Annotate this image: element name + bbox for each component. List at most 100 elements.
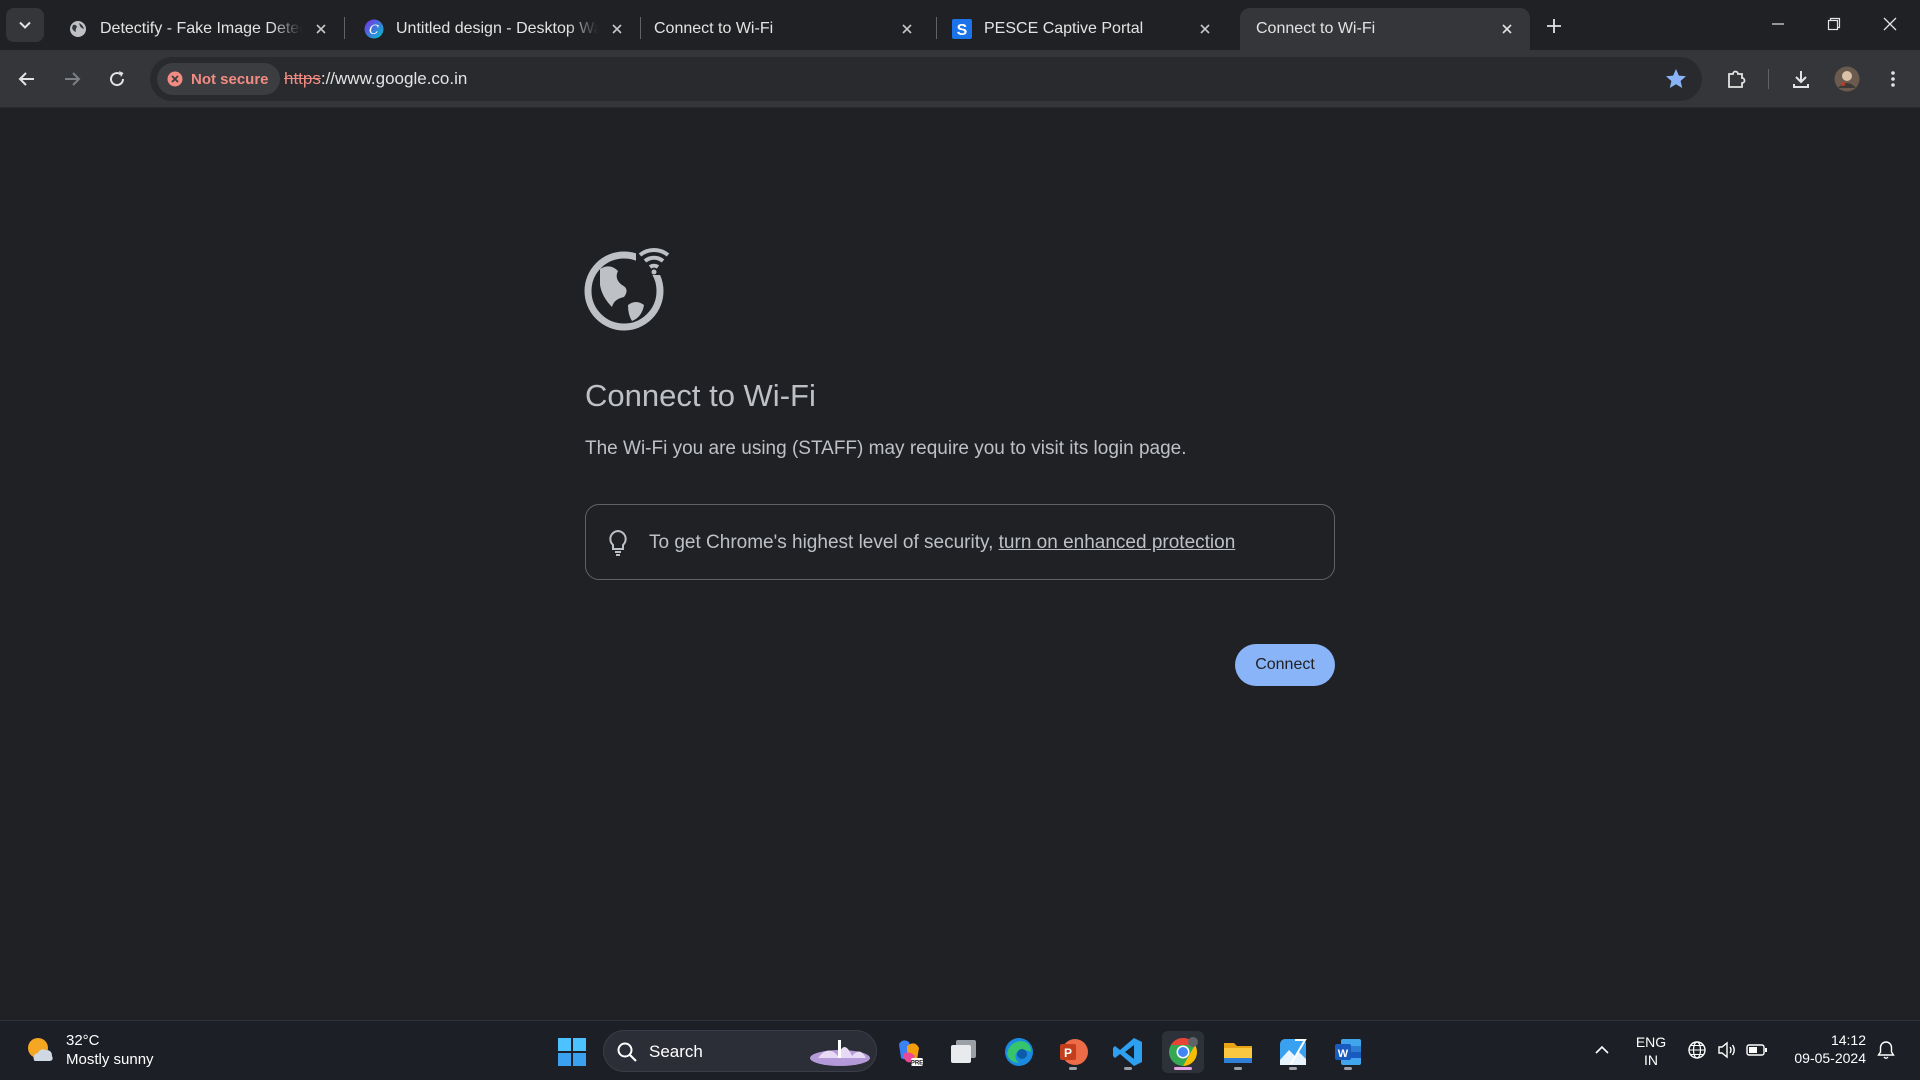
security-tip-box: To get Chrome's highest level of securit… — [585, 504, 1335, 580]
folder-icon — [1224, 1043, 1252, 1063]
restore-icon — [1827, 17, 1841, 31]
show-hidden-icons-button[interactable] — [1591, 1039, 1613, 1061]
minimize-button[interactable] — [1750, 0, 1806, 48]
new-tab-button[interactable] — [1538, 10, 1570, 42]
clock[interactable]: 14:12 09-05-2024 — [1782, 1031, 1866, 1067]
battery-button[interactable] — [1746, 1039, 1768, 1061]
running-indicator — [1289, 1067, 1297, 1070]
download-icon — [1793, 71, 1809, 88]
not-secure-chip[interactable]: Not secure — [157, 63, 280, 95]
s-logo-icon: S — [952, 19, 972, 39]
close-icon[interactable] — [1194, 18, 1216, 40]
warning-icon — [167, 71, 183, 87]
tab-detectify[interactable]: Detectify - Fake Image Detectio — [52, 8, 344, 50]
close-icon[interactable] — [1496, 18, 1518, 40]
back-button[interactable] — [9, 61, 45, 97]
powerpoint-icon: P — [1060, 1039, 1088, 1065]
globe-icon — [68, 19, 88, 39]
taskbar-copilot[interactable]: PRE — [888, 1031, 930, 1073]
extensions-button[interactable] — [1718, 61, 1754, 97]
word-icon: W — [1335, 1039, 1361, 1065]
tab-search-button[interactable] — [6, 8, 44, 42]
partly-sunny-icon — [28, 1038, 53, 1061]
notifications-button[interactable] — [1875, 1039, 1897, 1061]
arrow-right-icon — [65, 72, 81, 86]
language-line2: IN — [1644, 1052, 1658, 1068]
more-vertical-icon — [1891, 71, 1895, 87]
tab-connect-wifi-active[interactable]: Connect to Wi-Fi — [1240, 8, 1530, 50]
taskbar-search[interactable]: Search — [603, 1030, 877, 1072]
browser-toolbar: Not secure https://www.google.co.in — [0, 50, 1920, 108]
lightbulb-icon — [609, 529, 627, 556]
minimize-icon — [1772, 23, 1784, 25]
svg-text:W: W — [1338, 1048, 1349, 1060]
address-bar[interactable]: Not secure https://www.google.co.in — [150, 57, 1702, 101]
taskbar-vscode[interactable] — [1107, 1031, 1149, 1073]
taskbar-task-view[interactable] — [943, 1031, 985, 1073]
taskbar-powerpoint[interactable]: P — [1052, 1031, 1094, 1073]
url-rest: ://www.google.co.in — [320, 69, 468, 88]
language-indicator[interactable]: ENG IN — [1628, 1033, 1674, 1069]
windows-logo-icon — [558, 1038, 586, 1066]
bookmark-star-icon[interactable] — [1664, 67, 1688, 91]
forward-button[interactable] — [54, 61, 90, 97]
running-indicator — [1234, 1067, 1242, 1070]
arrow-left-icon — [18, 72, 34, 86]
canva-icon: C — [364, 19, 384, 39]
tab-title: Untitled design - Desktop Wallp — [396, 20, 598, 37]
weather-widget[interactable]: 32°C Mostly sunny — [24, 1031, 154, 1069]
close-icon[interactable] — [310, 18, 332, 40]
clock-time: 14:12 — [1830, 1032, 1866, 1048]
windows-taskbar: 32°C Mostly sunny Search PRE P W ENG IN … — [0, 1020, 1920, 1080]
downloads-button[interactable] — [1783, 61, 1819, 97]
tab-connect-wifi[interactable]: Connect to Wi-Fi — [638, 8, 930, 50]
start-button[interactable] — [551, 1031, 593, 1073]
wifi-globe-icon — [584, 245, 670, 331]
profile-avatar[interactable] — [1829, 61, 1865, 97]
task-view-icon — [951, 1040, 976, 1063]
volume-button[interactable] — [1716, 1039, 1738, 1061]
restore-button[interactable] — [1806, 0, 1862, 48]
network-globe-icon — [1688, 1041, 1706, 1059]
url-text[interactable]: https://www.google.co.in — [284, 69, 467, 89]
running-indicator — [1069, 1067, 1077, 1070]
taskbar-word[interactable]: W — [1327, 1031, 1369, 1073]
tab-canva[interactable]: C Untitled design - Desktop Wallp — [348, 8, 640, 50]
tip-prefix: To get Chrome's highest level of securit… — [649, 532, 999, 553]
taskbar-file-explorer[interactable] — [1217, 1031, 1259, 1073]
vscode-icon — [1113, 1038, 1142, 1066]
close-icon[interactable] — [896, 18, 918, 40]
taskbar-photos[interactable] — [1272, 1031, 1314, 1073]
svg-text:PRE: PRE — [911, 1061, 923, 1067]
weather-desc: Mostly sunny — [66, 1051, 154, 1068]
weather-temp: 32°C — [66, 1032, 100, 1049]
network-button[interactable] — [1686, 1039, 1708, 1061]
security-tip-text: To get Chrome's highest level of securit… — [649, 532, 1235, 554]
enhanced-protection-link[interactable]: turn on enhanced protection — [999, 532, 1236, 553]
battery-icon — [1746, 1044, 1767, 1056]
reload-icon — [110, 71, 125, 87]
taskbar-chrome[interactable] — [1162, 1031, 1204, 1073]
copilot-icon: PRE — [899, 1040, 923, 1067]
search-icon — [617, 1042, 637, 1062]
search-highlight-icon — [810, 1040, 870, 1066]
puzzle-icon — [1728, 70, 1746, 88]
plus-icon — [1547, 19, 1561, 33]
running-indicator — [1344, 1067, 1352, 1070]
search-label: Search — [649, 1042, 703, 1061]
menu-button[interactable] — [1875, 61, 1911, 97]
speaker-icon — [1718, 1041, 1735, 1059]
reload-button[interactable] — [99, 61, 135, 97]
connect-button[interactable]: Connect — [1235, 644, 1335, 686]
running-indicator — [1124, 1067, 1132, 1070]
active-indicator — [1174, 1067, 1192, 1070]
page-title: Connect to Wi-Fi — [585, 378, 816, 413]
taskbar-edge[interactable] — [998, 1031, 1040, 1073]
svg-text:P: P — [1064, 1046, 1072, 1060]
tab-pesce-portal[interactable]: S PESCE Captive Portal — [936, 8, 1228, 50]
tab-title: Connect to Wi-Fi — [1256, 20, 1376, 37]
close-icon[interactable] — [606, 18, 628, 40]
chevron-down-icon — [19, 21, 31, 29]
close-window-button[interactable] — [1862, 0, 1918, 48]
language-line1: ENG — [1635, 1034, 1667, 1050]
